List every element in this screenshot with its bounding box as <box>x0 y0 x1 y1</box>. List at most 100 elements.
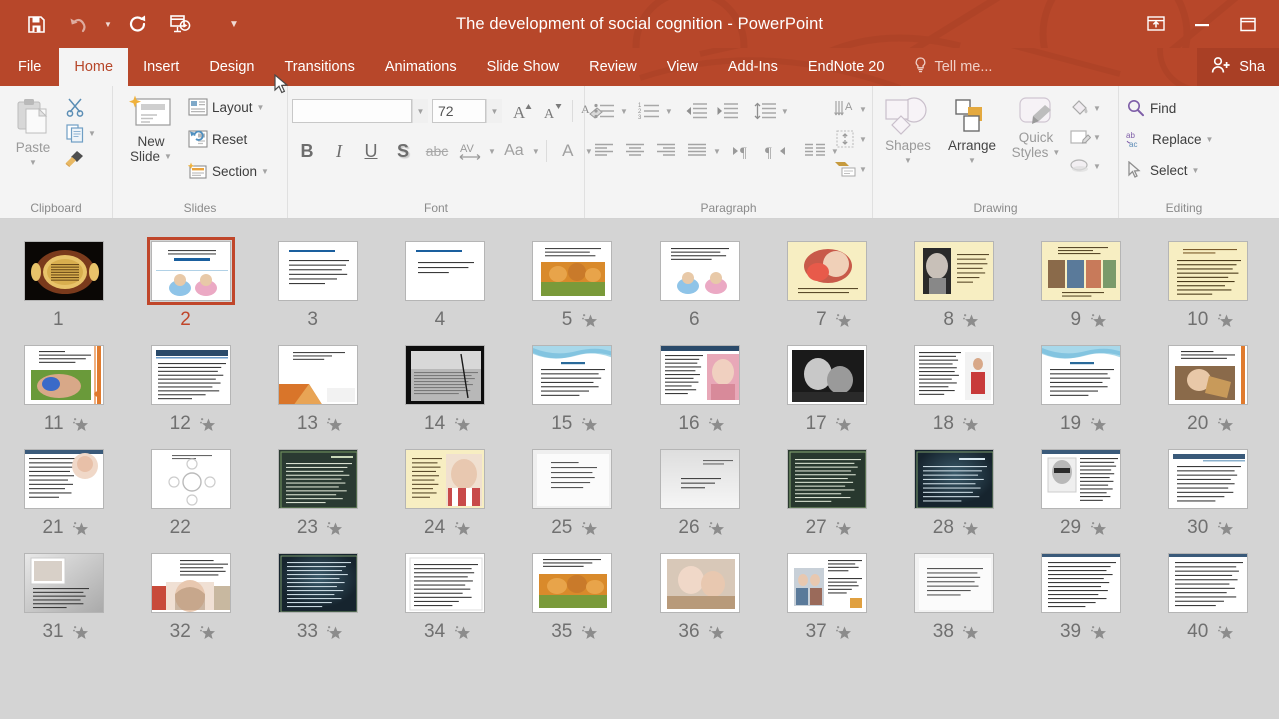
ribbon-display-options-icon[interactable] <box>1133 4 1179 44</box>
slide-thumbnail-2[interactable]: 2 <box>127 237 254 335</box>
slide-thumbnail-37[interactable]: 37 <box>763 549 890 647</box>
slide-animation-indicator[interactable] <box>572 624 606 641</box>
slide-thumb-frame[interactable] <box>401 237 489 305</box>
slide-thumb-frame[interactable] <box>146 237 235 305</box>
section-button[interactable]: Section ▼ <box>185 159 272 183</box>
text-direction-dropdown-icon[interactable]: ▼ <box>859 105 867 114</box>
undo-icon[interactable] <box>58 4 98 44</box>
slide-thumbnail-40[interactable]: 40 <box>1145 549 1272 647</box>
font-color-button[interactable]: A <box>553 136 583 166</box>
slide-animation-indicator[interactable] <box>445 520 479 537</box>
start-presentation-icon[interactable] <box>160 4 200 44</box>
slide-thumb-frame[interactable] <box>656 549 744 617</box>
font-name-dropdown-icon[interactable]: ▼ <box>412 99 428 123</box>
ltr-direction-button[interactable]: ¶ <box>730 136 760 166</box>
slide-thumbnail-22[interactable]: 22 <box>127 445 254 543</box>
slide-thumbnail-7[interactable]: 7 <box>763 237 890 335</box>
underline-button[interactable]: U <box>356 136 386 166</box>
increase-indent-button[interactable] <box>712 96 742 126</box>
slide-thumb-frame[interactable] <box>910 341 998 409</box>
slide-animation-indicator[interactable] <box>1208 624 1242 641</box>
slide-thumb-frame[interactable] <box>20 445 108 513</box>
slide-animation-indicator[interactable] <box>572 312 606 329</box>
tab-view[interactable]: View <box>652 48 713 86</box>
select-button[interactable]: Select ▼ <box>1123 158 1202 182</box>
slide-thumb-frame[interactable] <box>910 445 998 513</box>
slide-thumb-frame[interactable] <box>147 549 235 617</box>
reset-button[interactable]: Reset <box>185 127 272 151</box>
slide-thumb-frame[interactable] <box>1037 341 1125 409</box>
justify-button[interactable] <box>682 136 712 166</box>
slide-thumbnail-18[interactable]: 18 <box>890 341 1017 439</box>
slide-animation-indicator[interactable] <box>191 416 225 433</box>
shape-fill-button[interactable] <box>1067 95 1093 121</box>
numbering-dropdown-icon[interactable]: ▼ <box>665 107 673 116</box>
align-text-button[interactable] <box>833 126 859 152</box>
slide-animation-indicator[interactable] <box>954 520 988 537</box>
slide-animation-indicator[interactable] <box>954 416 988 433</box>
slide-thumb-frame[interactable] <box>1037 445 1125 513</box>
columns-button[interactable] <box>800 136 830 166</box>
align-left-button[interactable] <box>589 136 619 166</box>
slide-animation-indicator[interactable] <box>64 416 98 433</box>
italic-button[interactable]: I <box>324 136 354 166</box>
slide-thumbnail-27[interactable]: 27 <box>763 445 890 543</box>
slide-thumb-frame[interactable] <box>274 237 362 305</box>
slide-animation-indicator[interactable] <box>318 416 352 433</box>
slide-thumb-frame[interactable] <box>528 549 616 617</box>
slide-animation-indicator[interactable] <box>1208 416 1242 433</box>
slide-thumb-frame[interactable] <box>274 549 362 617</box>
tab-home[interactable]: Home <box>59 48 129 86</box>
slide-animation-indicator[interactable] <box>191 624 225 641</box>
slide-thumbnail-4[interactable]: 4 <box>382 237 509 335</box>
convert-to-smartart-button[interactable] <box>833 156 859 182</box>
slide-thumbnail-24[interactable]: 24 <box>382 445 509 543</box>
slide-thumbnail-26[interactable]: 26 <box>636 445 763 543</box>
slide-thumbnail-20[interactable]: 20 <box>1145 341 1272 439</box>
slide-thumbnail-6[interactable]: 6 <box>636 237 763 335</box>
section-dropdown-icon[interactable]: ▼ <box>261 167 269 176</box>
new-slide-dropdown-icon[interactable]: ▼ <box>164 149 172 164</box>
bullets-button[interactable] <box>589 96 619 126</box>
bold-button[interactable]: B <box>292 136 322 166</box>
shapes-button[interactable]: Shapes ▼ <box>877 90 939 168</box>
slide-animation-indicator[interactable] <box>700 416 734 433</box>
slide-animation-indicator[interactable] <box>64 624 98 641</box>
tab-animations[interactable]: Animations <box>370 48 472 86</box>
slide-thumbnail-39[interactable]: 39 <box>1018 549 1145 647</box>
slide-animation-indicator[interactable] <box>827 520 861 537</box>
slide-thumb-frame[interactable] <box>1164 237 1252 305</box>
cut-button[interactable] <box>62 94 88 120</box>
slide-thumb-frame[interactable] <box>1164 341 1252 409</box>
tab-add-ins[interactable]: Add-Ins <box>713 48 793 86</box>
slide-thumb-frame[interactable] <box>528 237 616 305</box>
slide-thumbnail-21[interactable]: 21 <box>0 445 127 543</box>
slide-thumbnail-12[interactable]: 12 <box>127 341 254 439</box>
slide-thumbnail-16[interactable]: 16 <box>636 341 763 439</box>
slide-thumb-frame[interactable] <box>1164 445 1252 513</box>
slide-thumbnail-8[interactable]: 8 <box>890 237 1017 335</box>
slide-animation-indicator[interactable] <box>318 520 352 537</box>
text-direction-button[interactable]: A <box>833 96 859 122</box>
slide-thumbnail-32[interactable]: 32 <box>127 549 254 647</box>
slide-thumbnail-11[interactable]: 11 <box>0 341 127 439</box>
slide-animation-indicator[interactable] <box>1208 312 1242 329</box>
find-button[interactable]: Find <box>1123 96 1179 120</box>
tab-transitions[interactable]: Transitions <box>269 48 369 86</box>
slide-animation-indicator[interactable] <box>445 624 479 641</box>
slide-animation-indicator[interactable] <box>827 416 861 433</box>
slide-thumbnail-29[interactable]: 29 <box>1018 445 1145 543</box>
slide-thumbnail-28[interactable]: 28 <box>890 445 1017 543</box>
slide-thumbnail-10[interactable]: 10 <box>1145 237 1272 335</box>
slide-thumbnail-33[interactable]: 33 <box>254 549 381 647</box>
shape-outline-dropdown-icon[interactable]: ▼ <box>1093 133 1101 142</box>
slide-thumb-frame[interactable] <box>147 341 235 409</box>
slide-thumb-frame[interactable] <box>910 549 998 617</box>
slide-thumb-frame[interactable] <box>274 341 362 409</box>
slide-animation-indicator[interactable] <box>700 520 734 537</box>
slide-sorter-pane[interactable]: 1 2 3 4 5 6 7 8 9 10 11 12 13 14 15 16 1… <box>0 219 1279 718</box>
tell-me-box[interactable]: Tell me... <box>899 48 1007 86</box>
slide-thumb-frame[interactable] <box>147 445 235 513</box>
slide-thumb-frame[interactable] <box>1037 237 1125 305</box>
center-button[interactable] <box>620 136 650 166</box>
